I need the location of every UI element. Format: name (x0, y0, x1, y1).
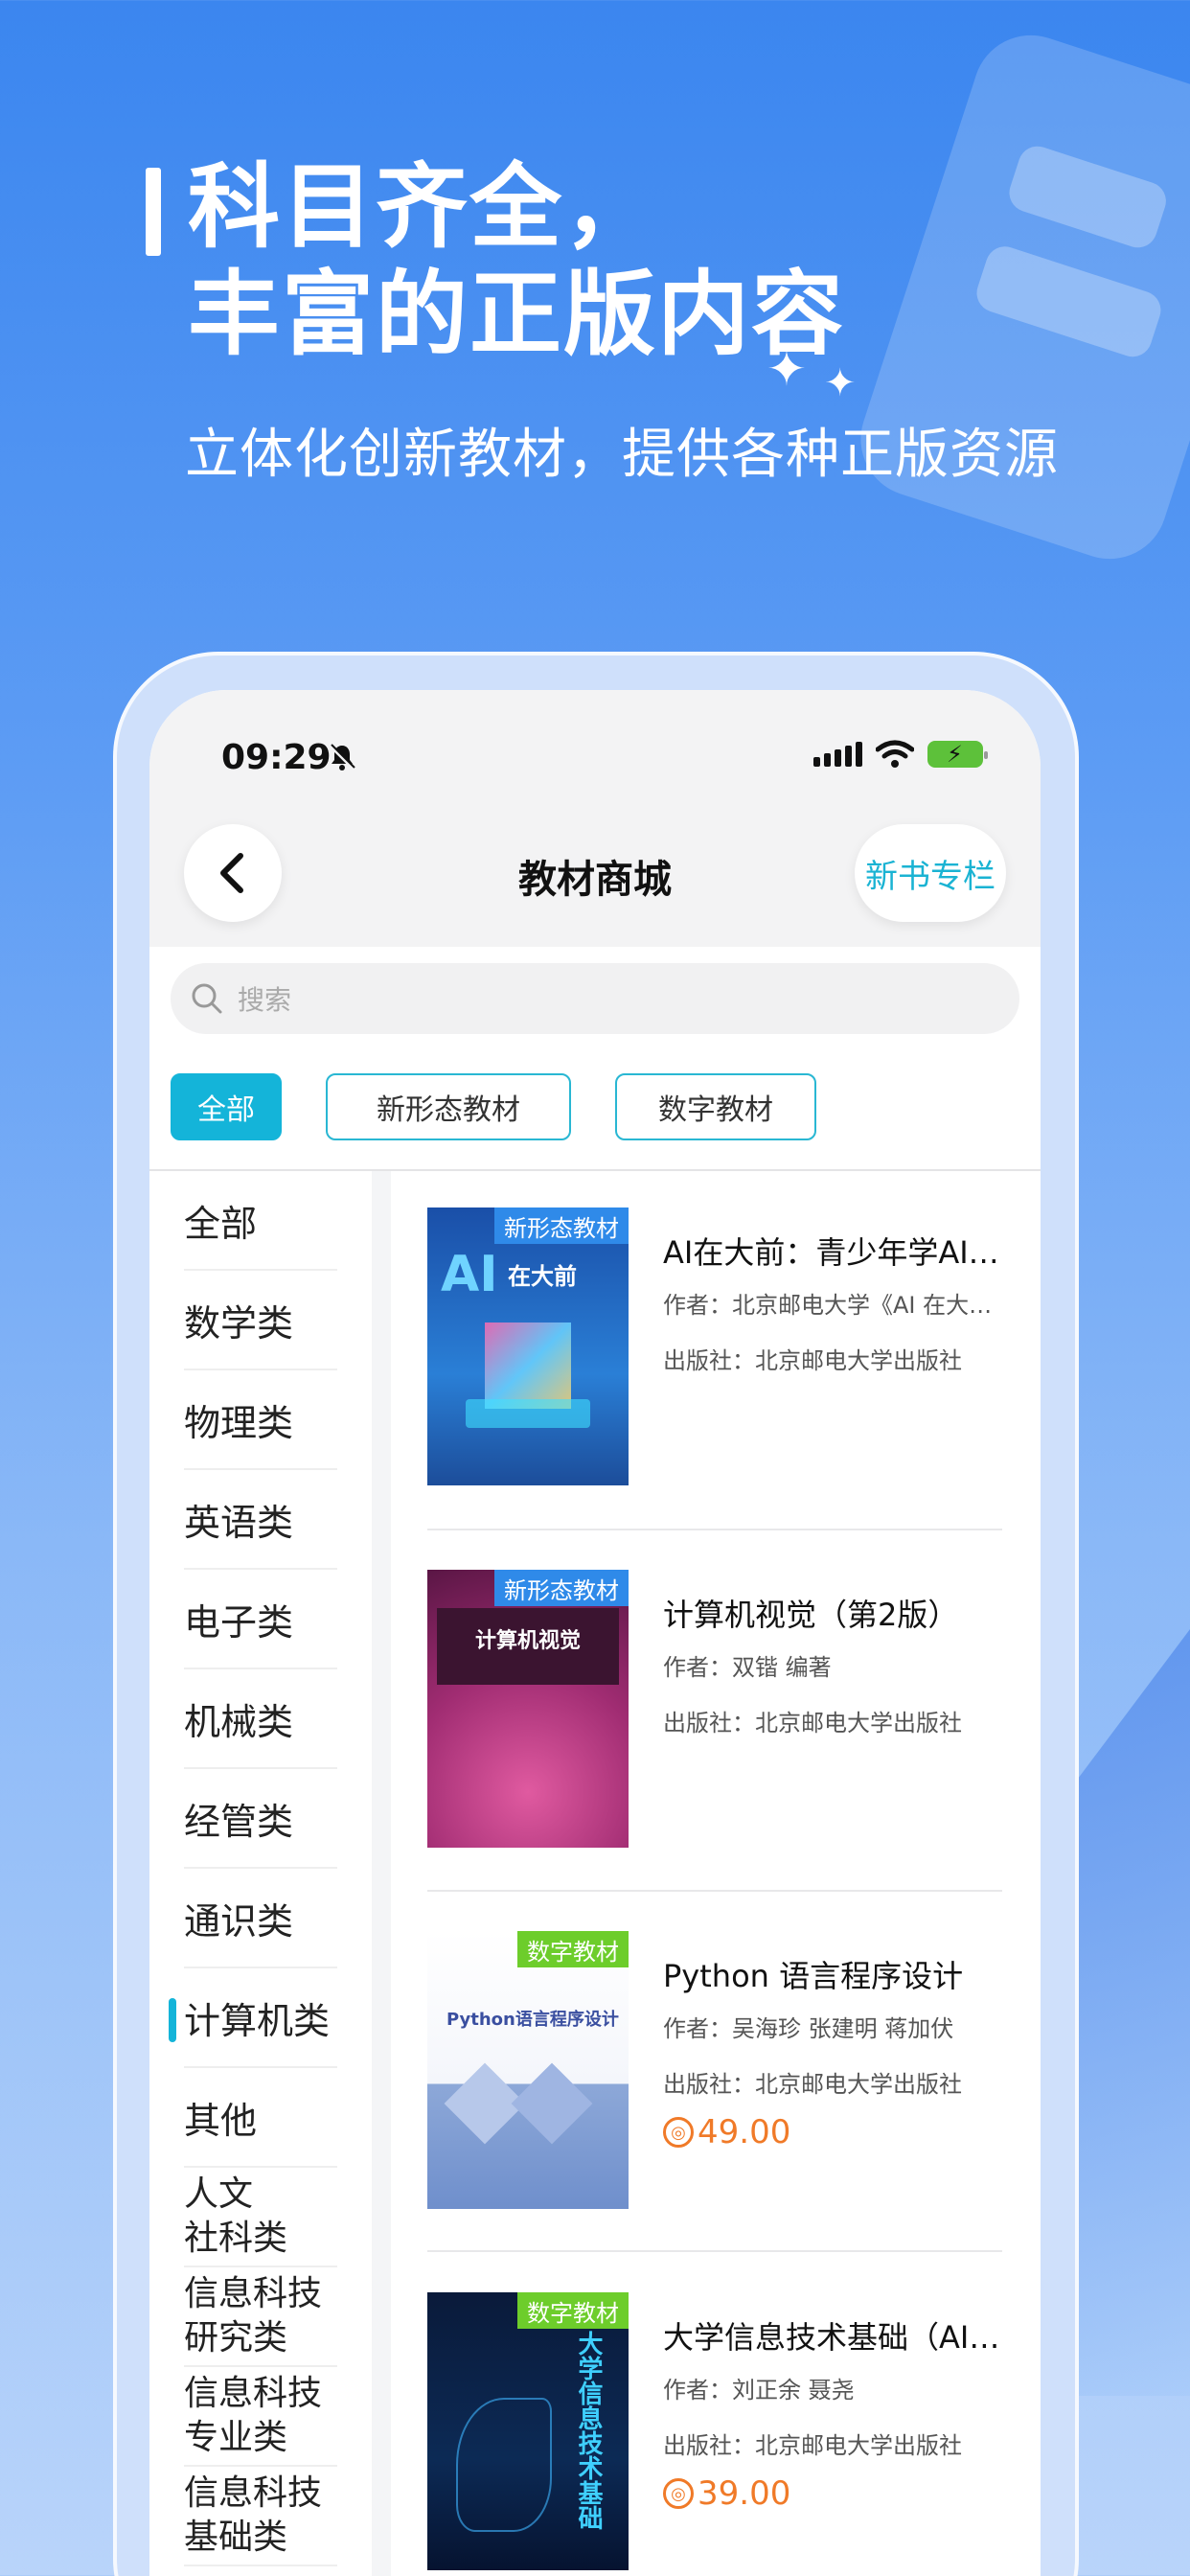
book-title: 大学信息技术基础（AI版） (663, 2319, 1008, 2356)
book-price: ◎ 39.00 (663, 2474, 790, 2513)
book-cover: AI 在大前 新形态教材 (427, 1208, 629, 1485)
search-icon (192, 983, 222, 1014)
book-item[interactable]: 计算机视觉 新形态教材 计算机视觉（第2版） 作者：双锴 编著 出版社：北京邮电… (427, 1570, 1041, 1857)
cover-art (466, 1399, 590, 1428)
status-indicators: ⚡ (813, 740, 988, 769)
cover-art (456, 2398, 552, 2532)
filter-chip-new-form[interactable]: 新形态教材 (326, 1073, 571, 1140)
decoration-bar (1004, 141, 1172, 253)
cover-title: 在大前 (508, 1263, 577, 1290)
book-cover: 计算机视觉 新形态教材 (427, 1570, 629, 1848)
hero-subtitle: 立体化创新教材，提供各种正版资源 (185, 424, 1059, 486)
category-item[interactable]: 信息科技 研究类 (184, 2267, 337, 2367)
filter-chip-digital[interactable]: 数字教材 (615, 1073, 816, 1140)
cover-title: 大学信息技术基础 (574, 2331, 603, 2530)
category-item[interactable]: 全部 (184, 1171, 337, 1271)
wifi-icon (876, 740, 914, 768)
cover-title: 计算机视觉 (475, 1629, 582, 1653)
book-author: 作者：双锴 编著 (663, 1654, 832, 1681)
book-tag: 数字教材 (517, 2292, 629, 2329)
search-placeholder: 搜索 (238, 984, 292, 1016)
coin-icon: ◎ (663, 2117, 694, 2148)
category-item[interactable]: 机械类 (184, 1669, 337, 1769)
book-title: Python 语言程序设计 (663, 1958, 964, 1994)
category-item[interactable]: 物理类 (184, 1370, 337, 1470)
book-publisher: 出版社：北京邮电大学出版社 (663, 1347, 962, 1374)
phone-screen: 09:29 ⚡ 教材商城 新书专栏 搜索 全部 新形态教材 数字教材 全部 数学… (149, 690, 1041, 2576)
book-cover: Python语言程序设计 数字教材 (427, 1931, 629, 2209)
category-item[interactable]: 其他 (184, 2068, 337, 2168)
bell-muted-icon (329, 744, 355, 770)
cover-art (511, 2062, 593, 2145)
category-item[interactable]: 通识类 (184, 1869, 337, 1968)
cover-logo: AI (441, 1246, 498, 1303)
category-item[interactable]: 信息科技 专业类 (184, 2367, 337, 2467)
filter-chips: 全部 新形态教材 数字教材 (171, 1073, 816, 1140)
book-cover: 大学信息技术基础 数字教材 (427, 2292, 629, 2570)
sparkle-icon: ✦ (824, 361, 857, 405)
category-item[interactable]: 信息科技 基础类 (184, 2467, 337, 2566)
divider (427, 1529, 1002, 1530)
sidebar-separator (372, 1171, 391, 2576)
hero-accent-bar (146, 168, 161, 256)
category-item[interactable]: 数学类 (184, 1271, 337, 1370)
book-publisher: 出版社：北京邮电大学出版社 (663, 2071, 962, 2098)
cover-title: Python语言程序设计 (446, 2010, 619, 2030)
status-time: 09:29 (221, 738, 332, 777)
category-item-active[interactable]: 计算机类 (184, 1968, 337, 2068)
top-bar: 09:29 ⚡ 教材商城 新书专栏 (149, 690, 1041, 947)
book-title: 计算机视觉（第2版） (663, 1597, 959, 1633)
book-author: 作者：北京邮电大学《AI 在大前》编写组 (663, 1292, 1008, 1319)
book-publisher: 出版社：北京邮电大学出版社 (663, 1710, 962, 1736)
active-category-indicator (169, 1998, 176, 2042)
battery-icon: ⚡ (927, 741, 988, 768)
book-publisher: 出版社：北京邮电大学出版社 (663, 2432, 962, 2459)
book-item[interactable]: AI 在大前 新形态教材 AI在大前：青少年学AI的入门课 作者：北京邮电大学《… (427, 1208, 1041, 1495)
book-tag: 数字教材 (517, 1931, 629, 1967)
book-author: 作者：吴海珍 张建明 蒋加伏 (663, 2015, 954, 2042)
price-value: 49.00 (698, 2113, 791, 2151)
book-tag: 新形态教材 (494, 1208, 629, 1244)
cover-art (485, 1322, 571, 1409)
category-item[interactable]: 英语类 (184, 1470, 337, 1570)
coin-icon: ◎ (663, 2478, 694, 2509)
divider (427, 1890, 1002, 1892)
filter-chip-all[interactable]: 全部 (171, 1073, 282, 1140)
search-input[interactable]: 搜索 (171, 963, 1019, 1034)
background-decoration (845, 20, 1190, 574)
category-item[interactable]: 经管类 (184, 1769, 337, 1869)
new-books-button[interactable]: 新书专栏 (855, 824, 1006, 922)
book-item[interactable]: Python语言程序设计 数字教材 Python 语言程序设计 作者：吴海珍 张… (427, 1931, 1041, 2219)
price-value: 39.00 (698, 2474, 791, 2513)
divider (427, 2250, 1002, 2252)
book-item[interactable]: 大学信息技术基础 数字教材 大学信息技术基础（AI版） 作者：刘正余 聂尧 出版… (427, 2292, 1041, 2576)
signal-icon (813, 742, 862, 767)
book-author: 作者：刘正余 聂尧 (663, 2377, 855, 2404)
hero-title-line2: 丰富的正版内容 (188, 261, 845, 368)
book-price: ◎ 49.00 (663, 2113, 790, 2151)
category-item[interactable]: 电子类 (184, 1570, 337, 1669)
book-title: AI在大前：青少年学AI的入门课 (663, 1234, 1008, 1271)
decoration-bar (972, 242, 1166, 362)
hero-title-line1: 科目齐全， (188, 153, 657, 261)
book-tag: 新形态教材 (494, 1570, 629, 1606)
category-item[interactable]: 人文 社科类 (184, 2168, 337, 2267)
